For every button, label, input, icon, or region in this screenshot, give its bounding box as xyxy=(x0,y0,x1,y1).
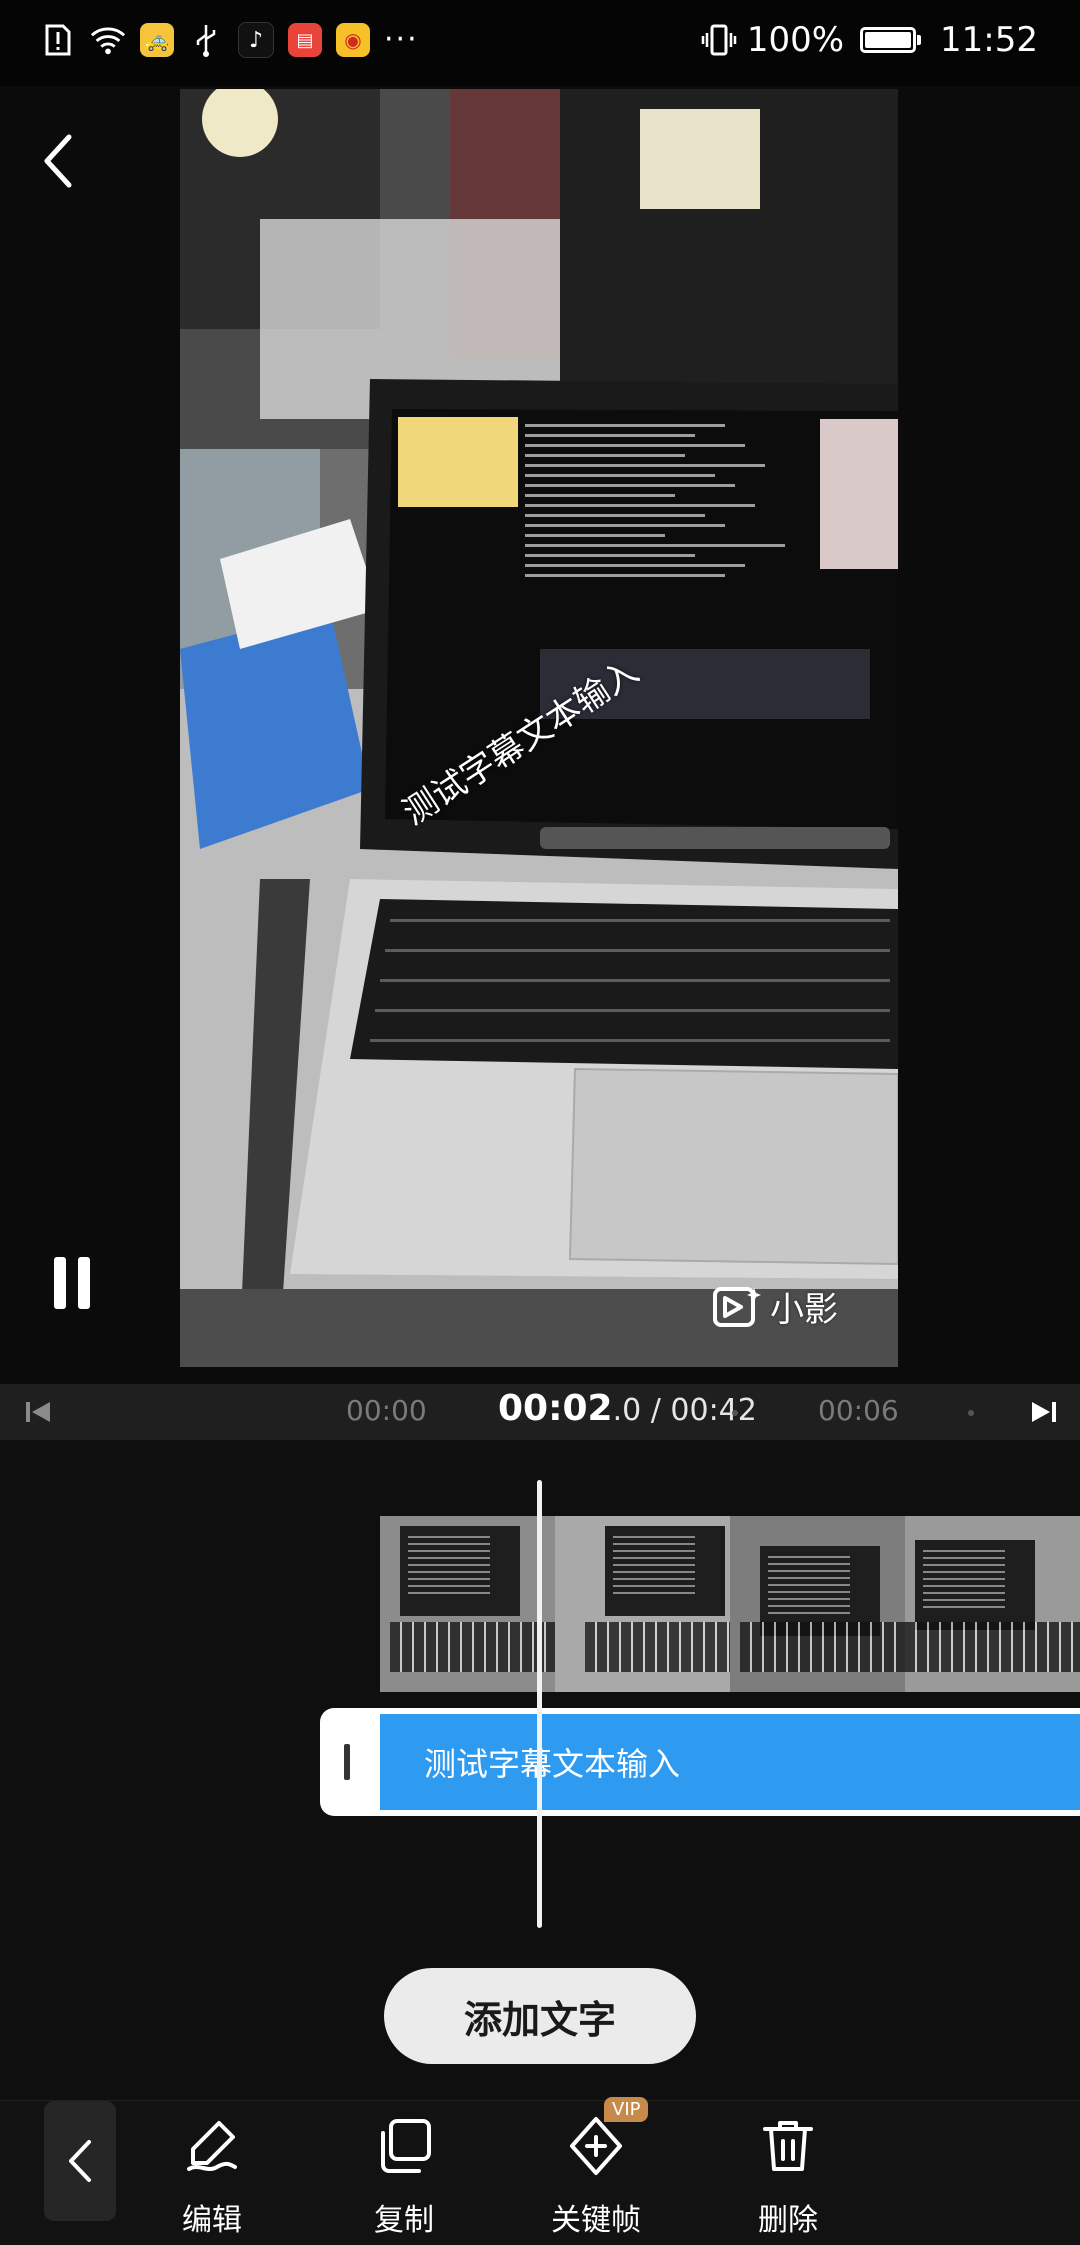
weibo-app-icon: ◉ xyxy=(336,23,370,57)
current-time-main: 00:02 xyxy=(498,1388,613,1429)
clip-thumbnail xyxy=(555,1516,730,1692)
pause-bar-left xyxy=(54,1257,66,1309)
skip-to-start-button[interactable] xyxy=(20,1396,56,1428)
clip-thumbnail xyxy=(905,1516,1080,1692)
clip-thumbnail xyxy=(380,1516,555,1692)
skip-to-end-button[interactable] xyxy=(1026,1396,1062,1428)
tick-label-start: 00:00 xyxy=(346,1394,427,1427)
back-button[interactable] xyxy=(30,116,86,206)
sim-alert-icon xyxy=(40,22,76,58)
watermark: 小影 xyxy=(712,1282,838,1331)
toolbar-collapse-button[interactable] xyxy=(44,2101,116,2221)
delete-button[interactable]: 删除 xyxy=(728,2115,848,2239)
vip-badge: VIP xyxy=(604,2097,649,2122)
wifi-icon xyxy=(90,22,126,58)
tick-dot xyxy=(732,1410,738,1416)
copy-icon xyxy=(372,2115,436,2177)
chevron-left-icon xyxy=(44,134,72,188)
battery-icon xyxy=(860,27,922,53)
clock: 11:52 xyxy=(940,20,1038,60)
tick-dot xyxy=(968,1410,974,1416)
copy-button[interactable]: 复制 xyxy=(344,2115,464,2239)
edit-button[interactable]: 编辑 xyxy=(152,2115,272,2239)
keyframe-label: 关键帧 xyxy=(551,2203,641,2238)
trash-icon xyxy=(756,2115,820,2177)
timeline-tracks[interactable]: 测试字幕文本输入 添加文字 xyxy=(0,1440,1080,2064)
text-clip-trim-handle[interactable] xyxy=(344,1744,350,1780)
pause-button[interactable] xyxy=(48,1254,96,1312)
current-time: 00:02.0 / 00:42 xyxy=(498,1388,757,1429)
keyframe-button[interactable]: VIP 关键帧 xyxy=(536,2097,656,2239)
chevron-left-icon xyxy=(69,2140,91,2182)
battery-fill xyxy=(865,32,912,48)
delete-label: 删除 xyxy=(758,2203,818,2238)
current-time-fraction: .0 xyxy=(612,1393,642,1428)
battery-percent: 100% xyxy=(746,20,845,60)
clip-thumbnail xyxy=(730,1516,905,1692)
usb-icon xyxy=(188,22,224,58)
skip-end-icon xyxy=(1032,1402,1056,1422)
tiktok-app-icon: ♪ xyxy=(238,22,274,58)
total-duration: / 00:42 xyxy=(641,1393,757,1428)
bottom-toolbar: 编辑 复制 VIP 关键帧 删除 xyxy=(0,2097,1080,2245)
shopping-app-icon: ▤ xyxy=(288,23,322,57)
taxi-app-icon: 🚕 xyxy=(140,23,174,57)
skip-start-icon xyxy=(26,1402,50,1422)
xiaoying-logo-icon xyxy=(713,1286,761,1327)
pen-icon xyxy=(180,2115,244,2177)
video-frame[interactable]: 测试字幕文本输入 小影 xyxy=(180,89,898,1367)
copy-label: 复制 xyxy=(374,2203,434,2238)
status-icons-left: 🚕 ♪ ▤ ◉ ··· xyxy=(40,22,419,58)
more-notifications-icon: ··· xyxy=(384,22,419,57)
watermark-text: 小影 xyxy=(770,1290,838,1330)
vibrate-icon xyxy=(701,22,737,58)
keyframe-icon: VIP xyxy=(564,2097,649,2177)
pause-bar-right xyxy=(78,1257,90,1309)
playhead[interactable] xyxy=(537,1480,542,1928)
status-icons-right: 100% 11:52 xyxy=(701,20,1038,60)
video-preview-area: 测试字幕文本输入 小影 xyxy=(0,86,1080,1384)
edit-label: 编辑 xyxy=(182,2203,242,2238)
add-text-button[interactable]: 添加文字 xyxy=(384,1968,696,2064)
timeline-header: 00:00 00:02.0 / 00:42 00:06 xyxy=(0,1384,1080,1440)
text-track-clip[interactable]: 测试字幕文本输入 xyxy=(320,1708,1080,1816)
status-bar: 🚕 ♪ ▤ ◉ ··· 100% 11:52 xyxy=(0,0,1080,86)
tick-label-next: 00:06 xyxy=(818,1394,899,1427)
video-clip-strip[interactable] xyxy=(380,1516,1080,1692)
text-track-label[interactable]: 测试字幕文本输入 xyxy=(380,1714,1080,1810)
